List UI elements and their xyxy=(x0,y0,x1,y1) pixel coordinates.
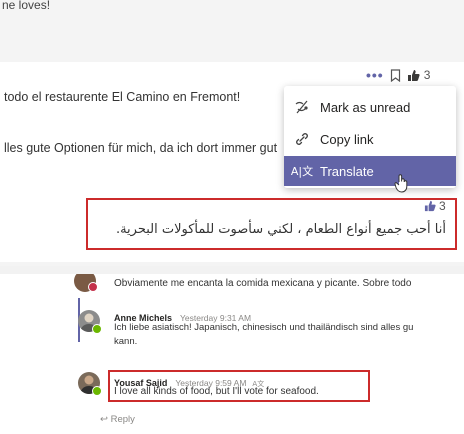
context-menu: Mark as unread Copy link A|文 Translate xyxy=(284,86,456,188)
link-icon xyxy=(284,132,320,146)
reaction-count-value: 3 xyxy=(439,199,446,213)
like-count: 3 xyxy=(423,68,431,82)
top-panel: ne loves! todo el restaurente El Camino … xyxy=(0,0,464,266)
message-text-spanish-2: Obviamente me encanta la comida mexicana… xyxy=(114,278,412,289)
more-options-button[interactable]: ••• xyxy=(366,67,384,83)
reaction-count[interactable]: 3 xyxy=(424,199,446,213)
bottom-panel: Obviamente me encanta la comida mexicana… xyxy=(0,274,464,434)
message-text-german: lles gute Optionen für mich, da ich dort… xyxy=(4,141,278,155)
message-text-continued: kann. xyxy=(114,336,138,347)
menu-item-mark-unread[interactable]: Mark as unread xyxy=(284,92,456,122)
message-actions: ••• 3 xyxy=(366,67,430,83)
hand-cursor-icon xyxy=(394,173,410,198)
translated-message-text: I love all kinds of food, but I'll vote … xyxy=(114,386,319,397)
like-button[interactable]: 3 xyxy=(407,68,431,82)
presence-available-icon xyxy=(92,324,102,334)
previous-message-text: ne loves! xyxy=(2,0,51,12)
translate-icon: A|文 xyxy=(290,165,314,178)
reply-button[interactable]: ↩ Reply xyxy=(100,414,135,425)
arabic-message-text: أنا أحب جميع أنواع الطعام ، لكني سأصوت ل… xyxy=(115,222,446,237)
mark-unread-icon xyxy=(284,100,320,114)
reply-label: Reply xyxy=(110,414,135,425)
thumbs-up-icon xyxy=(424,200,436,212)
menu-item-label: Mark as unread xyxy=(320,99,411,115)
menu-item-label: Translate xyxy=(320,163,374,179)
reply-icon: ↩ xyxy=(100,414,108,425)
presence-available-icon xyxy=(92,386,102,396)
menu-item-translate[interactable]: A|文 Translate xyxy=(284,156,456,186)
menu-item-copy-link[interactable]: Copy link xyxy=(284,124,456,154)
message-text: Ich liebe asiatisch! Japanisch, chinesis… xyxy=(114,322,414,333)
menu-item-label: Copy link xyxy=(320,131,374,147)
bookmark-icon[interactable] xyxy=(390,68,401,82)
presence-busy-icon xyxy=(88,282,98,292)
message-text-spanish: todo el restaurente El Camino en Fremont… xyxy=(4,90,241,104)
thumbs-up-icon xyxy=(407,69,420,81)
